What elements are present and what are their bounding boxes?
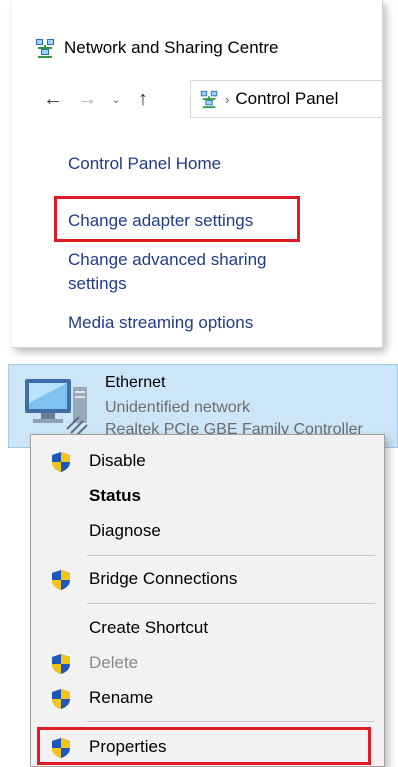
menu-item-rename[interactable]: Rename bbox=[31, 681, 384, 715]
menu-label-create-shortcut: Create Shortcut bbox=[89, 618, 209, 637]
menu-separator bbox=[87, 603, 375, 604]
adapter-network-status: Unidentified network bbox=[105, 399, 250, 416]
menu-item-bridge-connections[interactable]: Bridge Connections bbox=[31, 562, 384, 596]
menu-item-diagnose[interactable]: Diagnose bbox=[31, 514, 384, 548]
uac-shield-icon bbox=[52, 689, 70, 709]
window-title: Network and Sharing Centre bbox=[64, 38, 279, 57]
back-arrow-icon[interactable]: ← bbox=[40, 84, 66, 114]
menu-separator bbox=[87, 721, 375, 722]
window-titlebar: Network and Sharing Centre bbox=[34, 36, 279, 60]
uac-shield-icon bbox=[52, 452, 70, 472]
network-centre-icon bbox=[36, 39, 54, 58]
link-media-streaming-options[interactable]: Media streaming options bbox=[68, 311, 253, 334]
menu-label-diagnose: Diagnose bbox=[89, 521, 161, 540]
menu-label-disable: Disable bbox=[89, 451, 146, 470]
network-centre-icon bbox=[200, 90, 218, 109]
uac-shield-icon bbox=[52, 570, 70, 590]
link-control-panel-home[interactable]: Control Panel Home bbox=[68, 152, 221, 175]
breadcrumb-separator-icon[interactable]: › bbox=[225, 92, 229, 107]
highlight-box-adapter-settings bbox=[54, 196, 300, 242]
menu-item-disable[interactable]: Disable bbox=[31, 444, 384, 478]
link-change-advanced-sharing[interactable]: Change advanced sharing bbox=[68, 248, 266, 271]
menu-item-status[interactable]: Status bbox=[31, 479, 384, 513]
highlight-box-properties bbox=[37, 727, 371, 765]
menu-label-bridge-connections: Bridge Connections bbox=[89, 569, 238, 588]
link-change-advanced-sharing-cont[interactable]: settings bbox=[68, 272, 127, 295]
menu-label-status: Status bbox=[89, 486, 141, 505]
menu-label-rename: Rename bbox=[89, 688, 154, 707]
menu-label-delete: Delete bbox=[89, 653, 139, 672]
network-sharing-window: Network and Sharing Centre ← → ⌄ ↑ › Con… bbox=[12, 0, 384, 348]
recent-locations-chevron-icon[interactable]: ⌄ bbox=[106, 84, 126, 114]
address-bar: ← → ⌄ ↑ › Control Panel bbox=[12, 76, 384, 122]
menu-separator bbox=[87, 555, 375, 556]
adapter-name: Ethernet bbox=[105, 374, 166, 391]
menu-item-create-shortcut[interactable]: Create Shortcut bbox=[31, 611, 384, 645]
address-box[interactable]: › Control Panel bbox=[190, 80, 384, 118]
menu-item-delete: Delete bbox=[31, 646, 384, 680]
breadcrumb-control-panel[interactable]: Control Panel bbox=[235, 89, 338, 109]
up-arrow-icon[interactable]: ↑ bbox=[130, 84, 156, 114]
uac-shield-icon bbox=[52, 654, 70, 674]
adapter-context-menu: Disable Status Diagnose Bridge Connectio… bbox=[30, 434, 385, 767]
forward-arrow-icon[interactable]: → bbox=[74, 84, 100, 114]
